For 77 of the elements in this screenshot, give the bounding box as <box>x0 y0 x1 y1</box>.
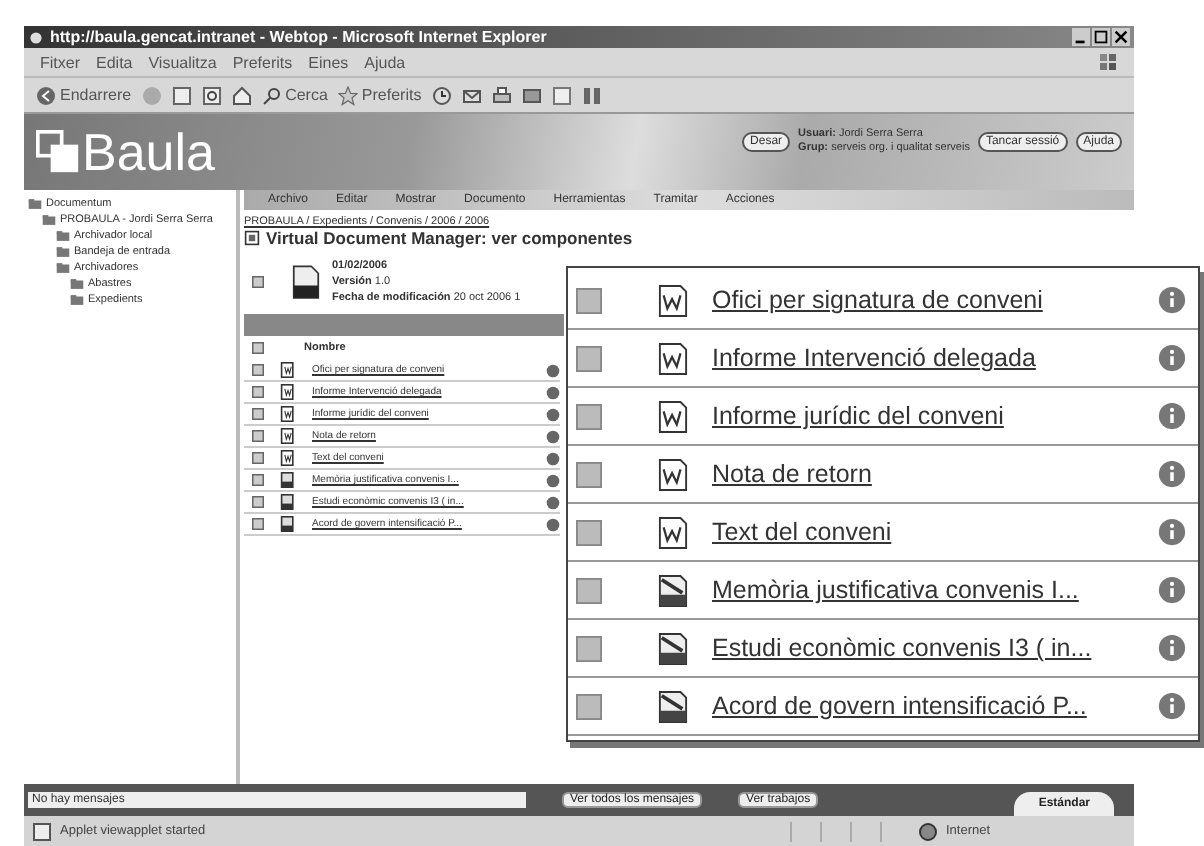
minimize-icon[interactable] <box>1072 28 1090 46</box>
checkbox[interactable] <box>252 342 264 354</box>
document-link[interactable]: Ofici per signatura de conveni <box>712 286 1158 314</box>
menu-item[interactable]: Fitxer <box>40 53 80 71</box>
folder-icon <box>42 214 56 226</box>
folder-icon <box>70 294 84 306</box>
image-file-icon <box>658 631 688 665</box>
menu-item[interactable]: Preferits <box>232 53 293 71</box>
document-icon <box>292 264 320 300</box>
checkbox[interactable] <box>252 452 264 464</box>
checkbox[interactable] <box>576 345 602 371</box>
folder-icon <box>70 278 84 290</box>
image-file-icon <box>658 689 688 723</box>
word-file-icon <box>658 283 688 317</box>
menu-item[interactable]: Ajuda <box>364 53 406 71</box>
document-link[interactable]: Text del conveni <box>712 518 1158 546</box>
window-title: http://baula.gencat.intranet - Webtop - Microsoft Internet Explorer <box>50 28 547 46</box>
checkbox[interactable] <box>252 408 264 420</box>
close-icon[interactable] <box>1112 28 1130 46</box>
checkbox[interactable] <box>576 403 602 429</box>
word-file-icon <box>280 406 296 422</box>
document-link[interactable]: Memòria justificativa convenis I... <box>712 576 1158 604</box>
checkbox[interactable] <box>252 518 264 530</box>
image-file-icon <box>280 472 296 488</box>
checkbox[interactable] <box>576 287 602 313</box>
checkbox[interactable] <box>576 519 602 545</box>
star-icon <box>337 85 358 105</box>
logo-text: Baula <box>82 121 215 183</box>
checkbox[interactable] <box>576 693 602 719</box>
word-file-icon <box>658 399 688 433</box>
mail-icon[interactable] <box>461 85 482 105</box>
document-link[interactable]: Estudi econòmic convenis I3 ( in... <box>712 634 1158 662</box>
print-icon[interactable] <box>491 85 512 105</box>
checkbox[interactable] <box>576 635 602 661</box>
history-icon[interactable] <box>431 85 452 105</box>
word-file-icon <box>280 450 296 466</box>
logo-icon <box>36 130 80 174</box>
checkbox[interactable] <box>252 364 264 376</box>
document-icon <box>244 230 260 246</box>
document-link[interactable]: Informe Intervenció delegada <box>712 344 1158 372</box>
folder-icon <box>56 262 70 274</box>
checkbox[interactable] <box>576 461 602 487</box>
checkbox[interactable] <box>252 276 264 288</box>
menu-item[interactable]: Eines <box>308 53 349 71</box>
favorites-button[interactable]: Preferits <box>337 85 422 105</box>
word-file-icon <box>658 515 688 549</box>
checkbox[interactable] <box>252 386 264 398</box>
word-file-icon <box>658 457 688 491</box>
folder-icon <box>56 246 70 258</box>
search-button[interactable]: Cerca <box>261 85 328 105</box>
word-file-icon <box>280 428 296 444</box>
menu-item[interactable]: Edita <box>96 53 133 71</box>
search-icon <box>261 85 282 105</box>
windows-logo-icon <box>1098 52 1118 72</box>
image-file-icon <box>280 494 296 510</box>
word-file-icon <box>280 384 296 400</box>
checkbox[interactable] <box>576 577 602 603</box>
back-button[interactable]: Endarrere <box>36 85 132 105</box>
checkbox[interactable] <box>252 430 264 442</box>
document-link[interactable]: Informe jurídic del conveni <box>712 402 1158 430</box>
folder-icon <box>56 230 70 242</box>
maximize-icon[interactable] <box>1092 28 1110 46</box>
checkbox[interactable] <box>252 474 264 486</box>
image-file-icon <box>280 516 296 532</box>
page-icon <box>32 821 52 841</box>
image-file-icon <box>658 573 688 607</box>
back-arrow-icon <box>36 85 56 105</box>
word-file-icon <box>658 341 688 375</box>
refresh-icon[interactable] <box>201 85 222 105</box>
page-title: Virtual Document Manager: ver componentes <box>266 228 633 248</box>
document-link[interactable]: Acord de govern intensificació P... <box>712 692 1158 720</box>
document-link[interactable]: Nota de retorn <box>712 460 1158 488</box>
checkbox[interactable] <box>252 496 264 508</box>
home-icon[interactable] <box>231 85 252 105</box>
menu-item[interactable]: Visualitza <box>148 53 217 71</box>
word-file-icon <box>280 362 296 378</box>
folder-icon <box>28 198 42 210</box>
